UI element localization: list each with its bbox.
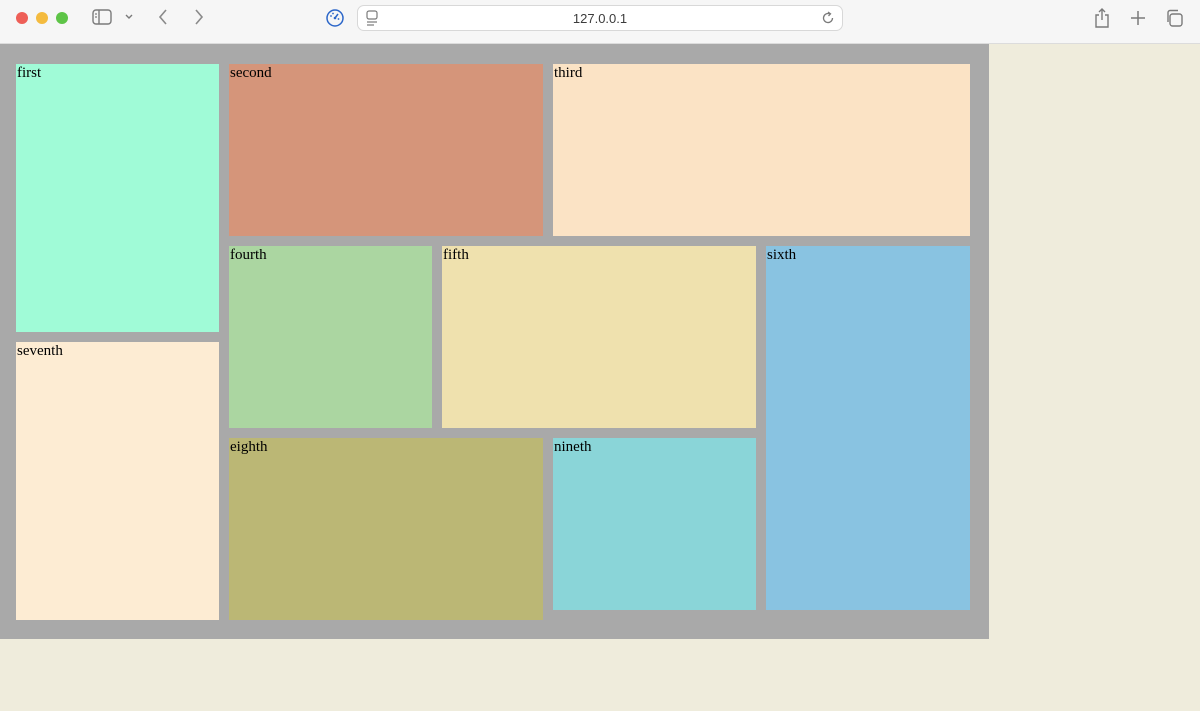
privacy-report-icon[interactable]: [325, 8, 345, 28]
grid-item-second: second: [229, 64, 543, 236]
grid-container: first second third fourth fifth sixth se…: [0, 44, 989, 639]
grid-item-nineth: nineth: [553, 438, 756, 610]
grid-item-fourth: fourth: [229, 246, 432, 428]
grid-item-third: third: [553, 64, 970, 236]
close-window-button[interactable]: [16, 12, 28, 24]
browser-toolbar: 127.0.0.1: [0, 0, 1200, 44]
chevron-down-icon[interactable]: [122, 10, 136, 24]
grid-item-fifth: fifth: [442, 246, 756, 428]
minimize-window-button[interactable]: [36, 12, 48, 24]
grid-item-sixth: sixth: [766, 246, 970, 610]
zoom-window-button[interactable]: [56, 12, 68, 24]
url-text: 127.0.0.1: [572, 11, 628, 26]
share-icon[interactable]: [1092, 7, 1112, 29]
grid-item-eighth: eighth: [229, 438, 543, 620]
tab-overview-icon[interactable]: [1164, 8, 1184, 28]
grid-item-seventh: seventh: [16, 342, 219, 620]
reload-icon[interactable]: [820, 10, 836, 26]
sidebar-icon[interactable]: [92, 9, 112, 25]
plus-icon[interactable]: [1128, 8, 1148, 28]
address-bar[interactable]: 127.0.0.1: [357, 5, 843, 31]
chevron-left-icon[interactable]: [154, 8, 172, 26]
grid-item-first: first: [16, 64, 219, 332]
chevron-right-icon[interactable]: [190, 8, 208, 26]
